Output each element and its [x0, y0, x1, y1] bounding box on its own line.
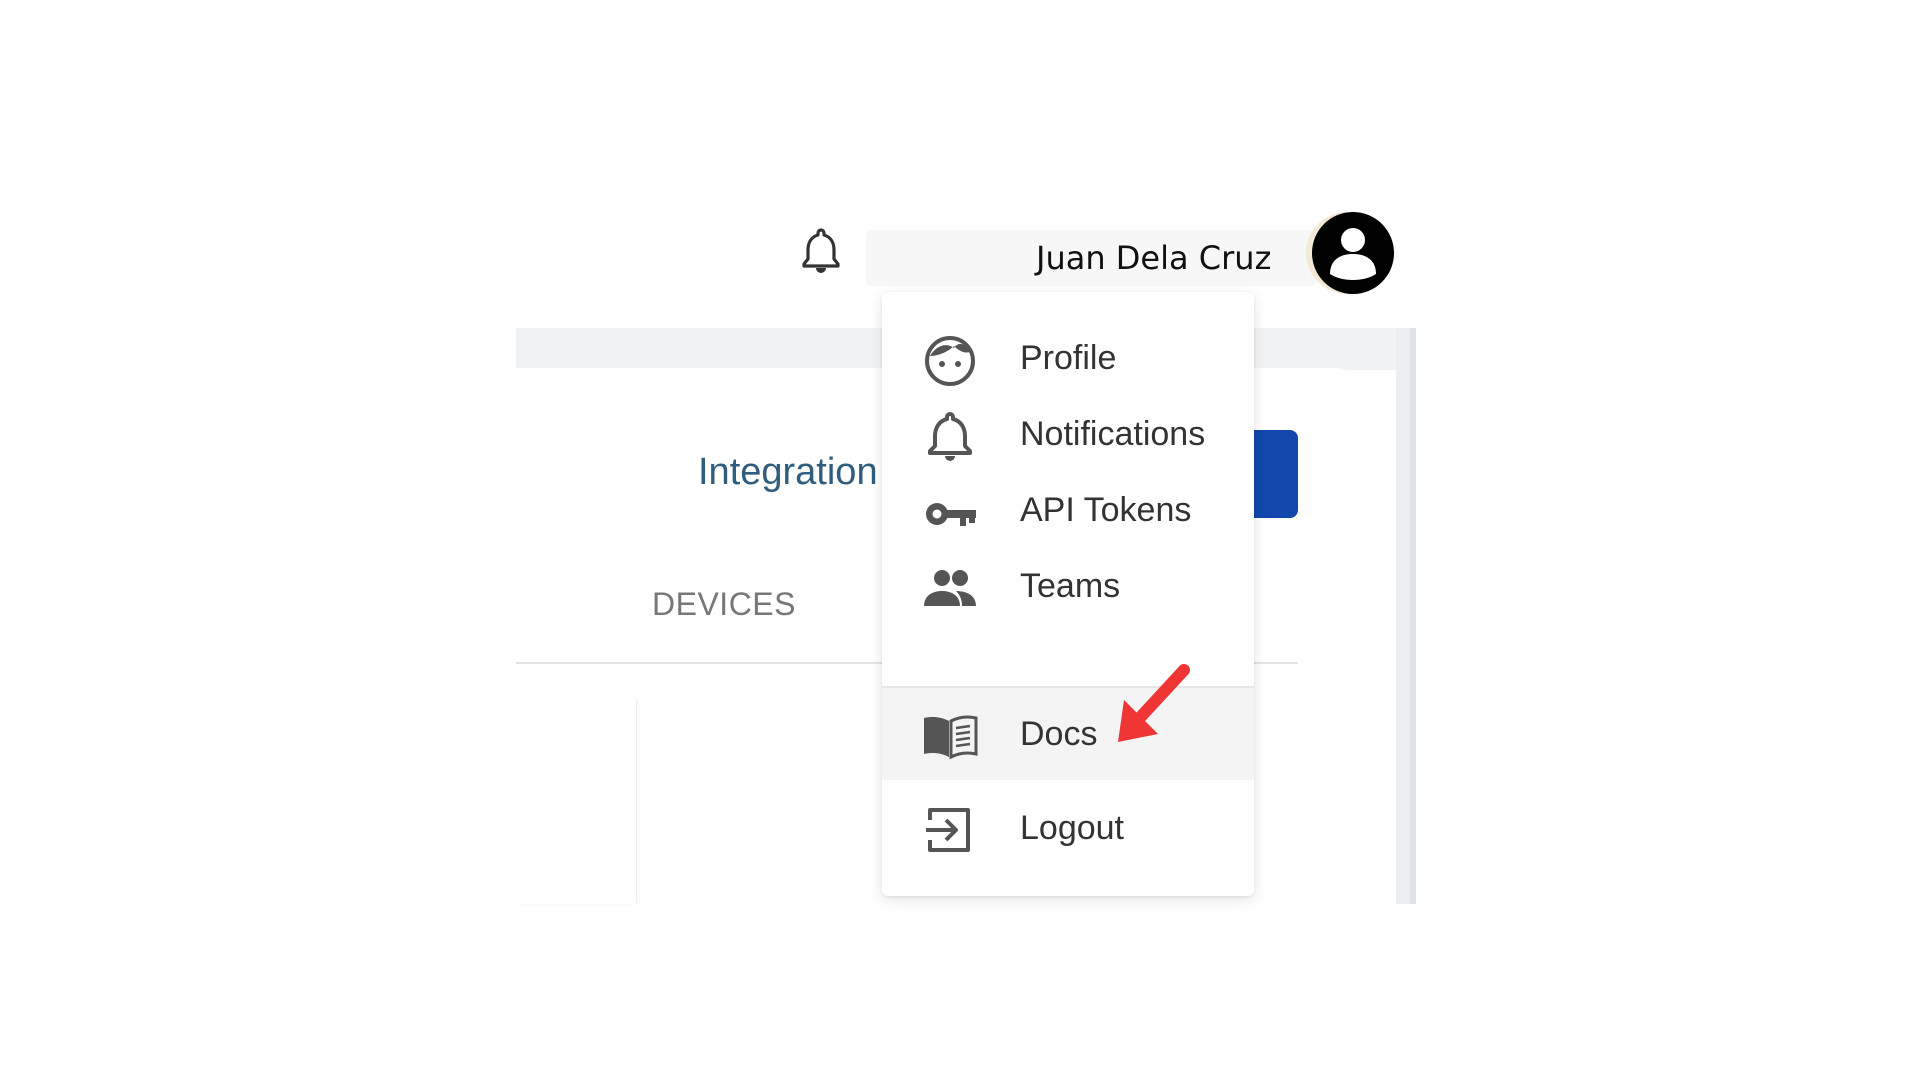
- people-icon: [922, 560, 978, 616]
- menu-item-label: Docs: [1020, 715, 1098, 753]
- menu-item-logout[interactable]: Logout: [882, 782, 1254, 874]
- menu-item-label: Profile: [1020, 339, 1117, 377]
- tab-devices[interactable]: DEVICES: [652, 582, 796, 626]
- menu-item-label: Logout: [1020, 809, 1124, 847]
- logout-icon: [922, 802, 978, 858]
- user-avatar-icon[interactable]: [1312, 212, 1394, 294]
- menu-item-label: Notifications: [1020, 415, 1206, 453]
- content-panel: [516, 700, 637, 904]
- scroll-edge: [1410, 328, 1416, 904]
- face-icon: [922, 332, 978, 388]
- notifications-bell-icon[interactable]: [800, 226, 842, 274]
- user-dropdown-menu: Profile Notifications API Tokens Teams D…: [882, 292, 1254, 896]
- user-name[interactable]: Juan Dela Cruz: [1036, 234, 1282, 282]
- key-icon: [922, 484, 978, 540]
- menu-item-teams[interactable]: Teams: [882, 540, 1254, 632]
- annotation-arrow-icon: [1114, 664, 1194, 746]
- bell-icon: [922, 408, 978, 464]
- menu-item-label: Teams: [1020, 567, 1121, 605]
- menu-item-docs[interactable]: Docs: [882, 688, 1254, 780]
- page-title: Integration: [698, 451, 878, 493]
- book-icon: [922, 708, 978, 764]
- menu-item-label: API Tokens: [1020, 491, 1192, 529]
